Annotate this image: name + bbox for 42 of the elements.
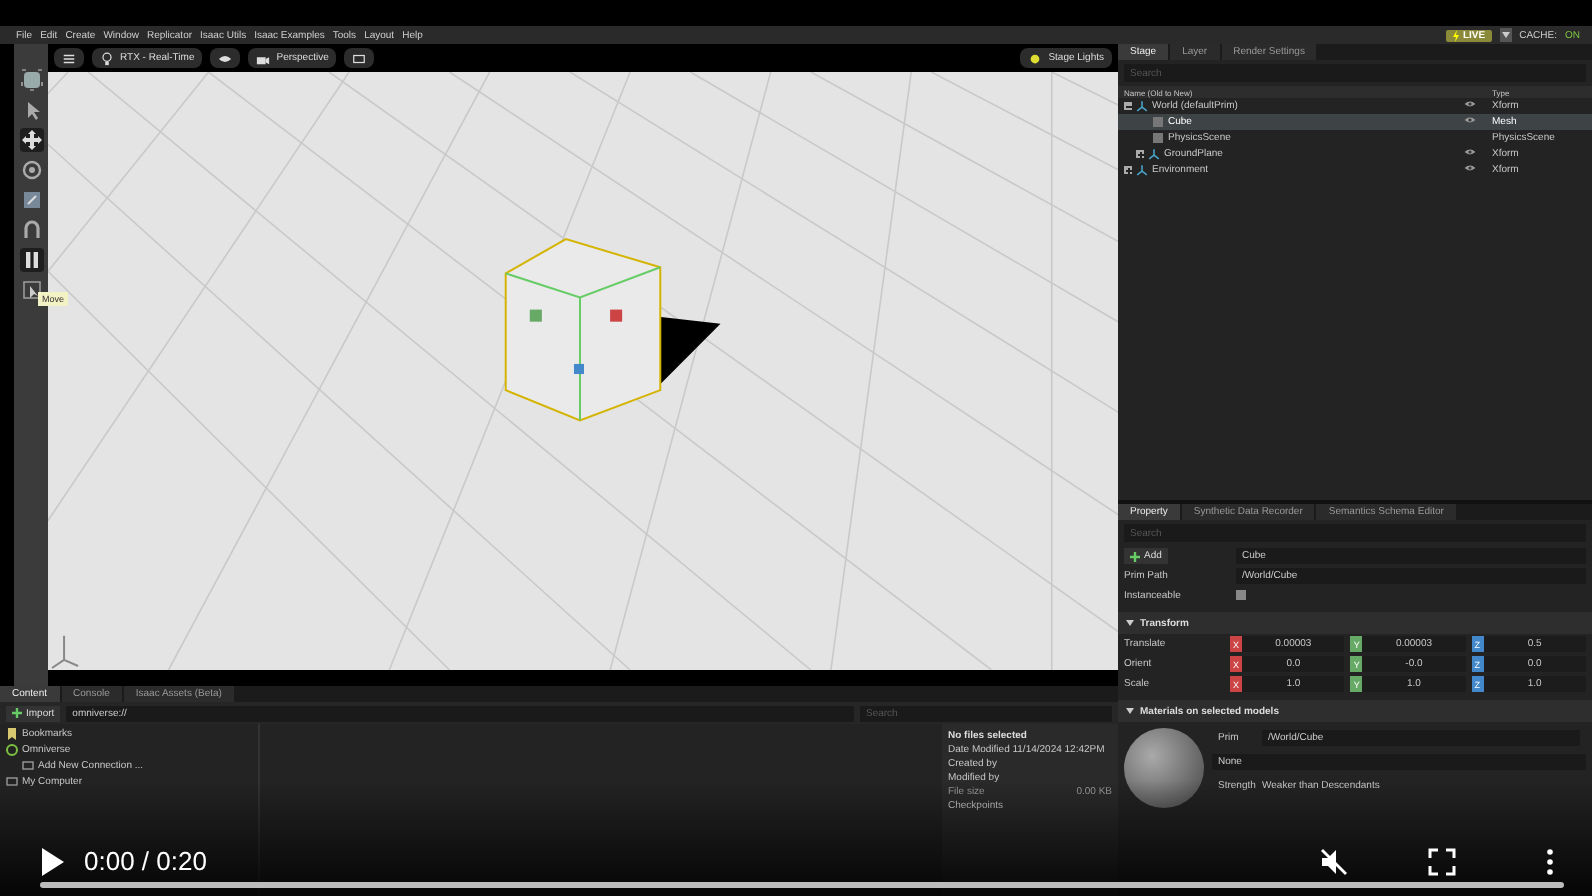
axis-icon <box>1136 100 1148 112</box>
material-preview <box>1124 728 1204 808</box>
camera-icon <box>256 51 271 65</box>
eye-icon[interactable] <box>1464 116 1476 124</box>
expand-toggle[interactable] <box>1124 102 1132 110</box>
collapse-icon[interactable] <box>1126 708 1134 714</box>
visibility-button[interactable] <box>210 48 241 68</box>
menu-icon <box>62 51 76 65</box>
expand-toggle[interactable] <box>1136 150 1144 158</box>
expand-toggle[interactable] <box>1124 166 1132 174</box>
eye-icon <box>218 51 233 65</box>
move-tool-button[interactable] <box>19 128 43 152</box>
computer-icon <box>6 776 18 788</box>
play-button[interactable] <box>40 847 64 875</box>
scale-tool-button[interactable] <box>19 188 43 212</box>
axis-icon <box>1148 148 1160 160</box>
capture-button[interactable] <box>344 48 375 68</box>
eye-icon[interactable] <box>1464 148 1476 156</box>
server-icon <box>6 744 18 756</box>
fullscreen-icon[interactable] <box>1428 847 1456 875</box>
eye-icon[interactable] <box>1464 100 1476 108</box>
settings-button[interactable] <box>54 48 84 68</box>
pause-tool-button[interactable] <box>19 248 43 272</box>
video-time: 0:00 / 0:20 <box>84 846 207 876</box>
cursor-tool-button[interactable] <box>19 278 43 302</box>
lightning-icon <box>1452 29 1461 41</box>
axis-icon <box>1136 164 1148 176</box>
snap-tool-button[interactable] <box>19 218 43 242</box>
plus-icon <box>1130 551 1140 561</box>
connection-icon <box>22 760 34 772</box>
lightbulb-icon <box>100 51 114 65</box>
bookmark-icon <box>6 728 18 740</box>
instanceable-checkbox[interactable] <box>1236 589 1246 599</box>
collapse-icon[interactable] <box>1126 620 1134 626</box>
frame-tool-button[interactable] <box>19 68 43 92</box>
eye-icon[interactable] <box>1464 164 1476 172</box>
mute-icon[interactable] <box>1320 847 1348 875</box>
frame-icon <box>352 51 367 65</box>
plus-icon <box>12 708 22 718</box>
rotate-tool-button[interactable] <box>19 158 43 182</box>
light-icon <box>1028 51 1043 65</box>
caret-icon[interactable] <box>1499 28 1512 42</box>
